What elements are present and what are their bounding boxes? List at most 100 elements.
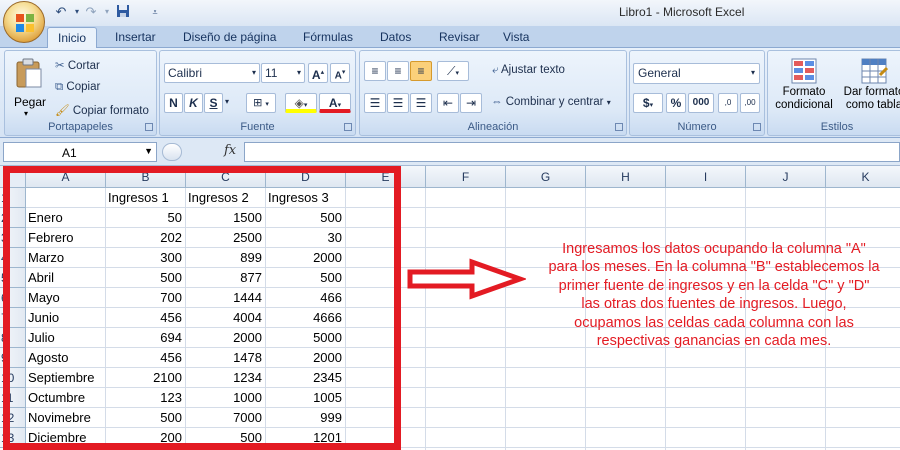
wrap-text-button[interactable]: ⤶ Ajustar texto [492,64,565,77]
group-portapapeles: Pegar ▾ ✂ Cortar ⧉ Copiar 🖌 Copiar forma… [4,50,157,136]
office-button[interactable] [3,1,45,43]
group-label-fuente: Fuente [240,121,275,133]
chevron-down-icon: ▾ [750,68,755,77]
paste-dropdown-icon: ▾ [24,109,29,118]
font-name-select[interactable]: Calibri ▾ [164,63,260,83]
italic-button[interactable]: K [184,93,203,113]
merge-center-label: Combinar y centrar [505,96,604,108]
decrease-decimal-icon[interactable]: ,00 [740,93,760,113]
align-middle-icon[interactable]: ≡ [387,61,409,81]
conditional-format-label-1: Formato [782,86,826,98]
customize-qat-icon[interactable]: ⩡ [146,4,164,20]
cut-label: Cortar [67,60,100,72]
conditional-format-icon [791,58,817,84]
tab-vista[interactable]: Vista [503,30,529,44]
clipboard-icon [16,58,42,88]
format-table-label-2: como tabla [845,99,900,111]
align-right-icon[interactable]: ☰ [410,93,432,113]
column-header-i[interactable]: I [666,166,746,188]
currency-button[interactable]: $▾ [633,93,663,113]
copy-label: Copiar [66,81,101,93]
dialog-launcher-icon[interactable] [344,123,352,131]
tab-formulas[interactable]: Fórmulas [303,30,353,44]
expand-handle-icon[interactable] [162,143,182,161]
title-bar: ↶ ▾ ↷ ▾ ⩡ Libro1 - Microsoft Excel [0,0,900,43]
insert-function-icon[interactable]: fx [224,143,236,158]
fill-color-icon[interactable]: ◈▾ [285,93,317,113]
dialog-launcher-icon[interactable] [753,123,761,131]
format-table-icon [861,58,888,84]
tab-diseno-pagina[interactable]: Diseño de página [183,30,276,44]
tab-revisar[interactable]: Revisar [439,30,480,44]
increase-indent-icon[interactable]: ⇥ [460,93,482,113]
increase-font-icon[interactable]: A▴ [308,63,328,83]
dialog-launcher-icon[interactable] [615,123,623,131]
column-header-h[interactable]: H [586,166,666,188]
underline-button[interactable]: S [204,93,223,113]
orientation-icon[interactable]: ⟋▾ [437,61,469,81]
paintbrush-icon: 🖌 [55,105,70,117]
group-fuente: Calibri ▾ 11 ▾ A▴ A▾ N K S ▾ ⊞ ▾ ◈▾ A▾ F… [159,50,356,136]
formula-input[interactable] [244,142,900,162]
column-header-k[interactable]: K [826,166,900,188]
cut-button[interactable]: ✂ Cortar [55,58,100,72]
ribbon: Pegar ▾ ✂ Cortar ⧉ Copiar 🖌 Copiar forma… [0,48,900,138]
merge-center-button[interactable]: ⇔ Combinar y centrar ▾ [491,96,611,108]
merge-icon: ⇔ [491,96,503,108]
number-format-value: General [638,66,681,80]
format-painter-label: Copiar formato [72,105,149,117]
percent-button[interactable]: % [666,93,686,113]
save-icon[interactable] [114,4,132,20]
chevron-down-icon[interactable]: ▾ [225,97,229,106]
align-center-icon[interactable]: ☰ [387,93,409,113]
annotation-text: Ingresamos los datos ocupando la columna… [548,241,880,350]
group-label-estilos: Estilos [820,121,854,133]
wrap-text-label: Ajustar texto [501,64,565,76]
office-logo-icon [16,14,34,32]
font-size-value: 11 [265,66,278,80]
right-arrow-icon [407,258,526,300]
format-painter-button[interactable]: 🖌 Copiar formato [55,103,149,117]
chevron-down-icon[interactable]: ▼ [144,146,153,156]
chevron-down-icon: ▾ [251,68,256,77]
conditional-format-label-2: condicional [775,99,833,111]
tab-insertar[interactable]: Insertar [115,30,156,44]
format-table-label-1: Dar formato [843,86,900,98]
font-color-icon[interactable]: A▾ [319,93,351,113]
name-box-value: A1 [62,146,77,160]
font-size-select[interactable]: 11 ▾ [261,63,305,83]
decrease-font-icon[interactable]: A▾ [330,63,350,83]
ribbon-tabs: Inicio Insertar Diseño de página Fórmula… [0,26,900,49]
number-format-select[interactable]: General ▾ [633,63,760,84]
align-top-icon[interactable]: ≡ [364,61,386,81]
font-name-value: Calibri [168,66,203,80]
chevron-down-icon: ▾ [296,68,301,77]
align-left-icon[interactable]: ☰ [364,93,386,113]
group-estilos: Formato condicional Dar formato como tab… [767,50,900,136]
formula-bar: A1 ▼ fx [0,138,900,166]
scissors-icon: ✂ [55,60,65,72]
format-as-table-button[interactable]: Dar formato como tabla [842,55,900,117]
thousands-button[interactable]: 000 [688,93,714,113]
group-label-alineacion: Alineación [467,121,519,133]
copy-icon: ⧉ [55,81,64,93]
decrease-indent-icon[interactable]: ⇤ [437,93,459,113]
paste-label: Pegar [14,95,47,109]
column-header-f[interactable]: F [426,166,506,188]
increase-decimal-icon[interactable]: ,0 [718,93,738,113]
align-bottom-icon[interactable]: ≡ [410,61,432,81]
bold-button[interactable]: N [164,93,183,113]
tab-datos[interactable]: Datos [380,30,411,44]
column-header-g[interactable]: G [506,166,586,188]
name-box[interactable]: A1 ▼ [3,142,157,162]
copy-button[interactable]: ⧉ Copiar [55,81,100,94]
paste-button[interactable]: Pegar ▾ [11,55,47,118]
wrap-text-icon: ⤶ [492,64,499,76]
tab-inicio[interactable]: Inicio [47,27,98,49]
dialog-launcher-icon[interactable] [145,123,153,131]
group-alineacion: ≡ ≡ ≡ ⟋▾ ⤶ Ajustar texto ☰ ☰ ☰ ⇤ ⇥ ⇔ Com… [359,50,627,136]
conditional-format-button[interactable]: Formato condicional [772,55,836,117]
borders-icon[interactable]: ⊞ ▾ [246,93,276,113]
window-title: Libro1 - Microsoft Excel [619,5,745,19]
column-header-j[interactable]: J [746,166,826,188]
